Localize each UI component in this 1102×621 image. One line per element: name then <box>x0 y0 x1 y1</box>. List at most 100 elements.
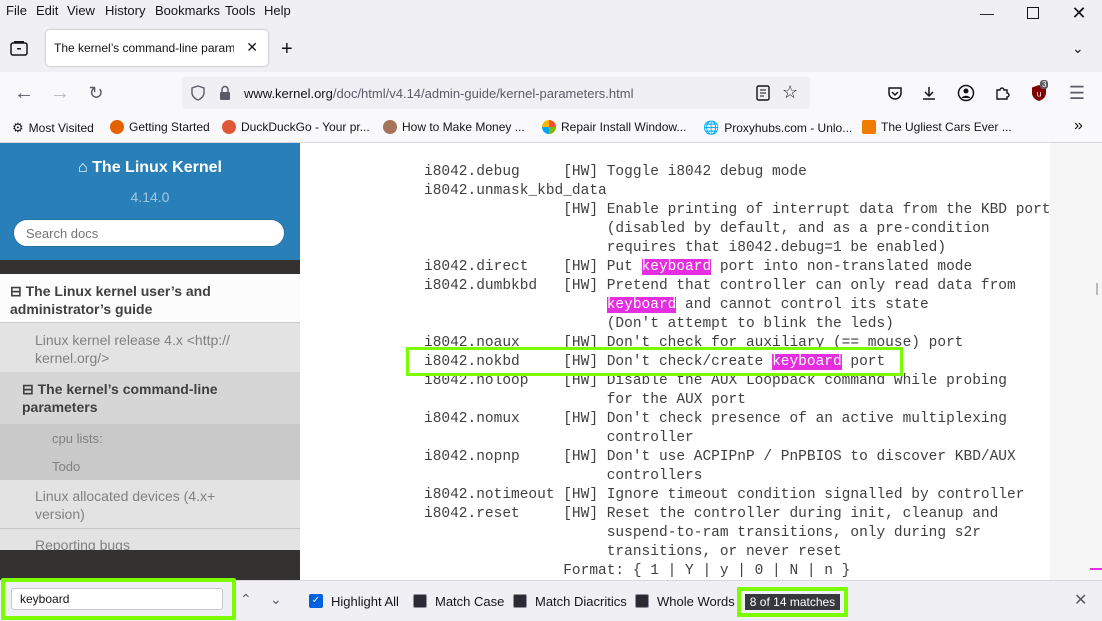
forward-arrow-icon[interactable]: → <box>49 82 71 104</box>
code-text: i8042.dumbkbd [HW] Pretend that controll… <box>424 278 1016 294</box>
hamburger-menu-icon[interactable]: ☰ <box>1066 82 1088 104</box>
toc-item-todo[interactable]: Todo <box>0 452 300 480</box>
windows-flag-icon <box>542 120 556 134</box>
match-count-status: 8 of 14 matches <box>745 594 840 610</box>
code-text: port into non-translated mode <box>711 259 973 275</box>
find-next-chevron-down-icon[interactable]: ⌄ <box>270 591 282 608</box>
duckduckgo-icon <box>222 120 236 134</box>
toc: ⊟ The Linux kernel user’s and administra… <box>0 274 300 550</box>
svg-text:u: u <box>1036 90 1041 99</box>
bookmark-proxyhubs[interactable]: 🌐 Proxyhubs.com - Unlo... <box>703 120 852 136</box>
menu-view[interactable]: View <box>67 3 95 18</box>
find-input[interactable] <box>11 588 223 610</box>
code-text: [HW] Enable printing of interrupt data f… <box>424 202 1050 218</box>
extensions-puzzle-icon[interactable] <box>991 82 1013 104</box>
code-line: i8042.debug [HW] Toggle i8042 debug mode <box>424 163 1050 182</box>
new-tab-icon[interactable]: + <box>281 38 293 61</box>
bookmark-most-visited[interactable]: ⚙ Most Visited <box>12 120 94 136</box>
search-highlight: keyboard <box>606 297 677 313</box>
whole-words-checkbox[interactable] <box>635 594 649 608</box>
toc-item-cpu-lists[interactable]: cpu lists: <box>0 424 300 452</box>
menu-history[interactable]: History <box>105 3 145 18</box>
sidebar-header: ⌂ The Linux Kernel 4.14.0 <box>0 143 300 260</box>
url-host: www.kernel.org <box>244 86 333 101</box>
code-line: suspend-to-ram transitions, only during … <box>424 524 1050 543</box>
code-line: i8042.nomux [HW] Don't check presence of… <box>424 410 1050 429</box>
search-docs-input[interactable] <box>13 219 285 247</box>
menu-tools[interactable]: Tools <box>225 3 255 18</box>
bookmark-star-icon[interactable]: ☆ <box>782 82 798 103</box>
close-find-bar-icon[interactable]: ✕ <box>1074 590 1087 610</box>
highlight-all-label[interactable]: Highlight All <box>331 594 399 609</box>
code-text: for the AUX port <box>424 392 746 408</box>
code-text: i8042.nopnp [HW] Don't use ACPIPnP / PnP… <box>424 449 1016 465</box>
flame-icon <box>862 120 876 134</box>
toc-item-allocated-devices[interactable]: Linux allocated devices (4.x+ version) <box>0 480 300 528</box>
code-text: Format: { 1 | Y | y | 0 | N | n } <box>424 563 851 579</box>
pocket-icon[interactable] <box>884 82 906 104</box>
code-line: requires that i8042.debug=1 be enabled) <box>424 239 1050 258</box>
highlight-all-checkbox[interactable]: ✓ <box>309 594 323 608</box>
project-title[interactable]: ⌂ The Linux Kernel <box>0 159 300 177</box>
match-diacritics-label[interactable]: Match Diacritics <box>535 594 627 609</box>
menu-bar: File Edit View History Bookmarks Tools H… <box>0 0 1102 23</box>
toc-item-command-line-params[interactable]: ⊟ The kernel’s command-line parameters <box>0 372 300 424</box>
ublock-badge: 3 <box>1040 80 1049 89</box>
whole-words-label[interactable]: Whole Words <box>657 594 735 609</box>
match-count-outline: 8 of 14 matches <box>737 587 848 617</box>
scroll-marker <box>1096 283 1098 295</box>
toc-item-reporting-bugs[interactable]: Reporting bugs <box>0 528 300 550</box>
find-input-outline <box>1 578 236 620</box>
code-line: controllers <box>424 467 1050 486</box>
reader-view-icon[interactable] <box>756 85 770 104</box>
account-icon[interactable] <box>955 82 977 104</box>
code-text: and cannot control its state <box>676 297 929 313</box>
lock-icon[interactable] <box>218 85 232 104</box>
match-case-checkbox[interactable] <box>413 594 427 608</box>
code-line: i8042.unmask_kbd_data <box>424 182 1050 201</box>
code-text: i8042.notimeout [HW] Ignore timeout cond… <box>424 487 1025 503</box>
bookmark-duckduckgo[interactable]: DuckDuckGo - Your pr... <box>222 120 370 134</box>
bookmark-repair-install[interactable]: Repair Install Window... <box>542 120 686 134</box>
code-text: i8042.reset [HW] Reset the controller du… <box>424 506 999 522</box>
code-line: controller <box>424 429 1050 448</box>
code-text: i8042.nomux [HW] Don't check presence of… <box>424 411 1007 427</box>
bookmark-getting-started[interactable]: Getting Started <box>110 120 210 134</box>
code-line: i8042.dumbkbd [HW] Pretend that controll… <box>424 277 1050 296</box>
toc-item-admin-guide[interactable]: ⊟ The Linux kernel user’s and administra… <box>0 282 300 318</box>
shield-icon[interactable] <box>190 85 206 104</box>
bookmark-ugliest-cars[interactable]: The Ugliest Cars Ever ... <box>862 120 1012 134</box>
menu-edit[interactable]: Edit <box>36 3 58 18</box>
match-diacritics-checkbox[interactable] <box>513 594 527 608</box>
more-bookmarks-chevron-icon[interactable]: » <box>1074 117 1083 135</box>
match-case-label[interactable]: Match Case <box>435 594 504 609</box>
close-tab-icon[interactable]: ✕ <box>246 39 258 56</box>
toc-item-kernel-release[interactable]: Linux kernel release 4.x <http:// kernel… <box>0 322 300 372</box>
url-text: www.kernel.org/doc/html/v4.14/admin-guid… <box>244 86 633 101</box>
code-line: (Don't attempt to blink the leds) <box>424 315 1050 334</box>
code-line: keyboard and cannot control its state <box>424 296 1050 315</box>
back-arrow-icon[interactable]: ← <box>13 82 35 104</box>
code-line: (disabled by default, and as a pre-condi… <box>424 220 1050 239</box>
code-line: i8042.reset [HW] Reset the controller du… <box>424 505 1050 524</box>
list-tabs-chevron-down-icon[interactable]: ⌄ <box>1072 40 1084 57</box>
code-text: suspend-to-ram transitions, only during … <box>424 525 981 541</box>
tab-overview-icon[interactable] <box>10 40 28 59</box>
address-bar[interactable]: www.kernel.org/doc/html/v4.14/admin-guid… <box>182 77 810 109</box>
code-text: i8042.unmask_kbd_data <box>424 183 607 199</box>
menu-bookmarks[interactable]: Bookmarks <box>155 3 220 18</box>
bookmark-make-money[interactable]: How to Make Money ... <box>383 120 525 134</box>
bookmarks-toolbar: ⚙ Most Visited Getting Started DuckDuckGo… <box>0 114 1102 143</box>
menu-file[interactable]: File <box>6 3 27 18</box>
code-line: i8042.direct [HW] Put keyboard port into… <box>424 258 1050 277</box>
downloads-icon[interactable] <box>918 82 940 104</box>
menu-help[interactable]: Help <box>264 3 291 18</box>
tab-kernel-params[interactable]: The kernel’s command-line paramet ✕ <box>46 30 268 66</box>
reload-icon[interactable]: ↻ <box>85 82 107 104</box>
right-margin <box>1050 143 1102 580</box>
code-text: (Don't attempt to blink the leds) <box>424 316 894 332</box>
home-icon: ⌂ <box>78 159 93 176</box>
find-previous-chevron-up-icon[interactable]: ⌃ <box>240 591 252 608</box>
code-line: Format: { 1 | Y | y | 0 | N | n } <box>424 562 1050 580</box>
